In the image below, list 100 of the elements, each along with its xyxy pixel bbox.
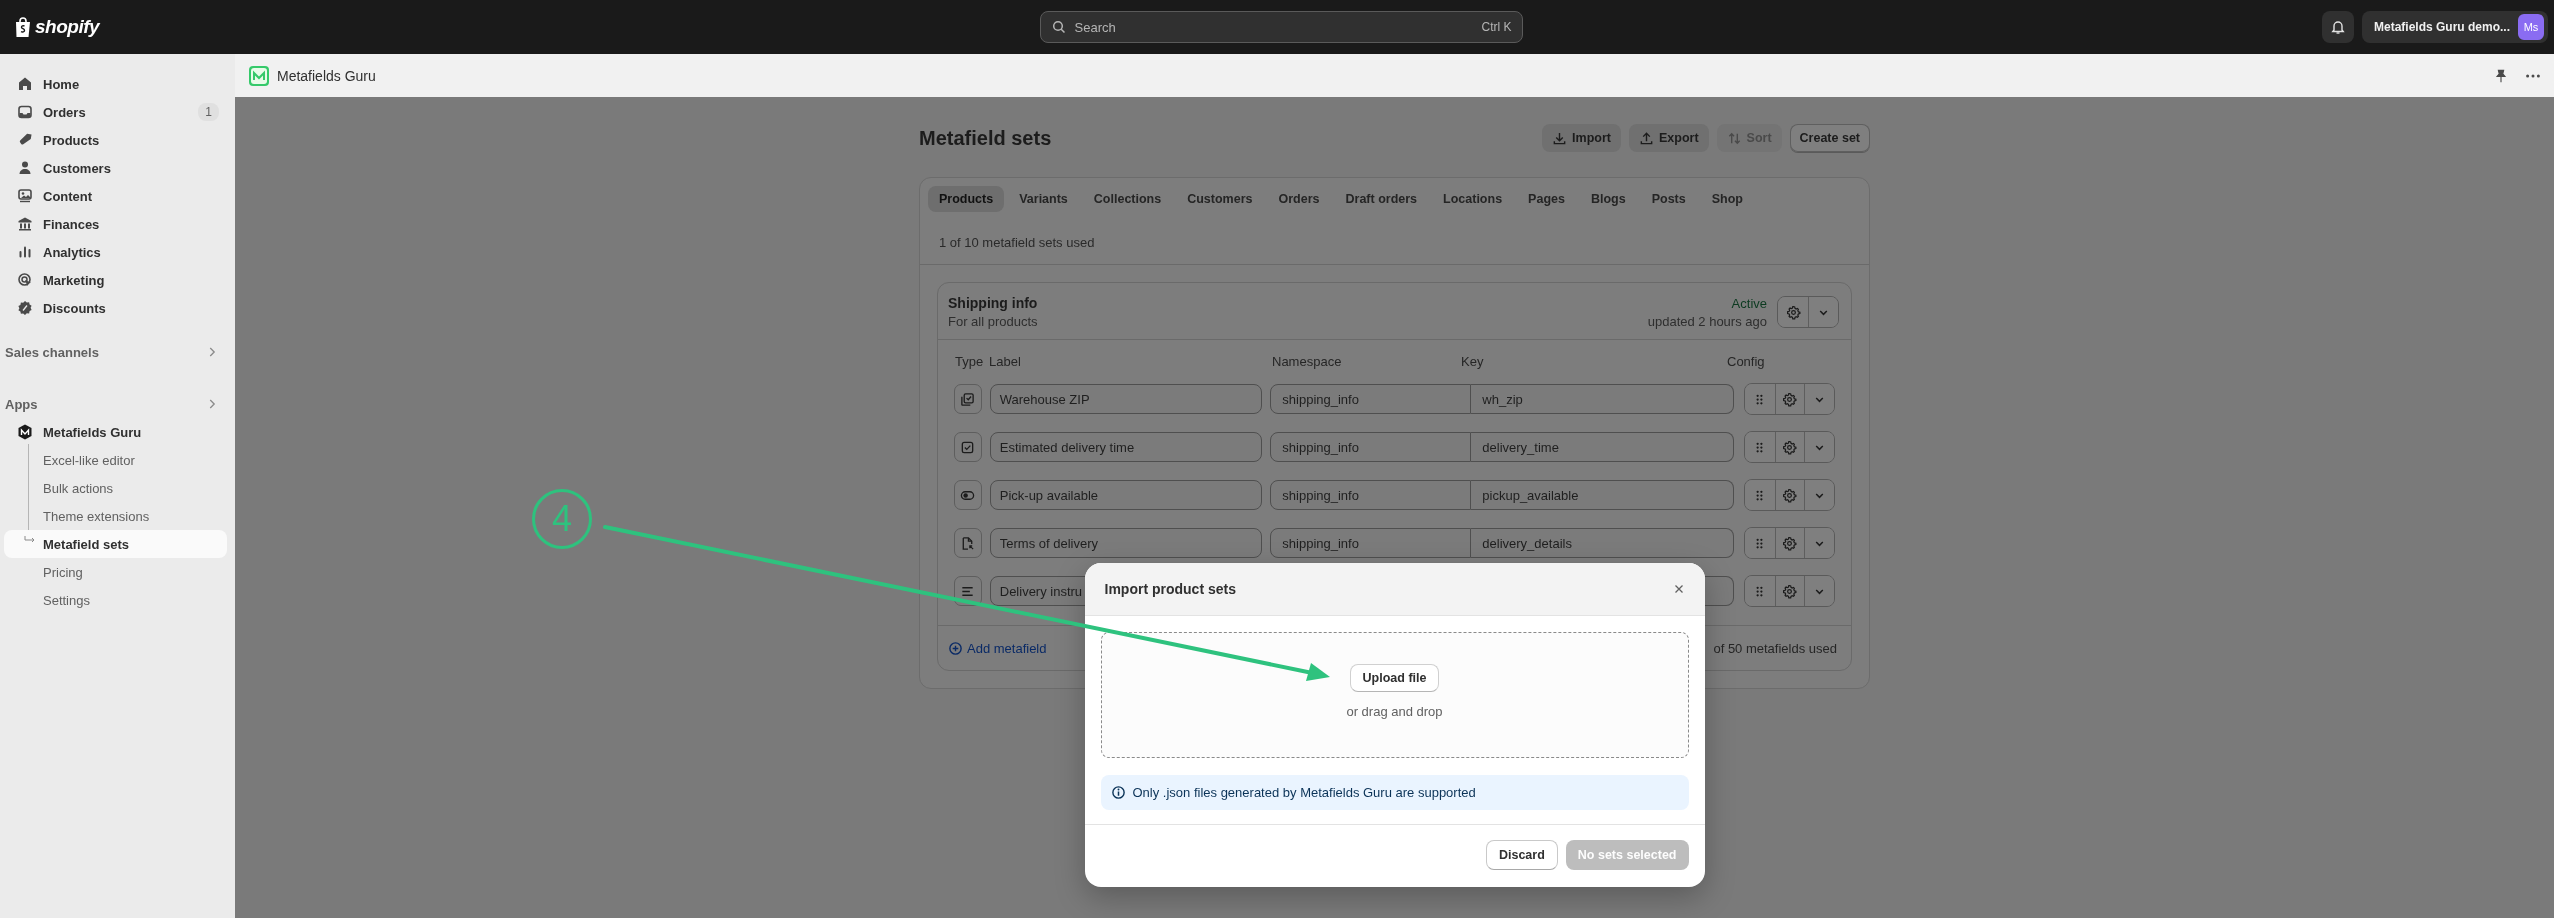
type-button[interactable] <box>954 432 982 462</box>
app-nav-item[interactable]: Bulk actions <box>4 474 227 502</box>
app-logo-icon <box>249 65 269 86</box>
file-icon <box>960 535 976 551</box>
type-button[interactable] <box>954 480 982 510</box>
namespace-field[interactable]: shipping_info <box>1270 384 1472 414</box>
settings-icon <box>1782 583 1798 599</box>
search-field[interactable]: Search Ctrl K <box>1039 11 1523 43</box>
tab[interactable]: Draft orders <box>1334 186 1429 212</box>
nav-item[interactable]: Home <box>4 70 227 98</box>
column-header: Config <box>1726 354 1766 369</box>
more-icon <box>2526 73 2540 78</box>
key-field[interactable]: delivery_details <box>1471 528 1734 558</box>
pin-button[interactable] <box>2494 68 2508 83</box>
info-text: Only .json files generated by Metafields Guru are supported <box>1132 785 1476 800</box>
more-button[interactable] <box>2526 73 2540 78</box>
nav-item[interactable]: Products <box>4 126 227 154</box>
section-header[interactable]: Apps <box>4 390 227 418</box>
drop-hint: or drag and drop <box>1346 703 1443 719</box>
tab[interactable]: Customers <box>1176 186 1264 212</box>
app-nav-item[interactable]: Settings <box>4 586 227 614</box>
namespace-field[interactable]: shipping_info <box>1270 528 1472 558</box>
app-nav-item[interactable]: Metafield sets <box>4 530 227 558</box>
app-nav-item[interactable]: Metafields Guru <box>4 418 227 446</box>
upload-file-button[interactable]: Upload file <box>1349 663 1440 692</box>
settings-icon <box>1782 487 1798 503</box>
settings-icon <box>1782 535 1798 551</box>
label-field[interactable]: Pick-up available <box>989 480 1263 510</box>
set-subtitle: For all products <box>948 314 1039 329</box>
search-icon <box>1050 19 1067 35</box>
tab[interactable]: Variants <box>1008 186 1079 212</box>
target-icon <box>17 272 33 288</box>
tab[interactable]: Products <box>928 186 1005 212</box>
app-logo-icon <box>17 424 33 440</box>
checklist-icon <box>960 391 976 407</box>
column-header: Type <box>954 354 985 369</box>
key-field[interactable]: pickup_available <box>1471 480 1734 510</box>
picture-frame-icon <box>17 188 33 204</box>
column-header: Key <box>1461 354 1485 369</box>
usage-text: 1 of 10 metafield sets used <box>938 234 1096 252</box>
person-icon <box>17 160 33 176</box>
add-metafield-link[interactable]: Add metafield <box>948 640 1047 656</box>
nav-item[interactable]: Analytics <box>4 238 227 266</box>
bank-icon <box>17 216 33 232</box>
nav-item[interactable]: Orders 1 <box>4 98 227 126</box>
nav-item[interactable]: Finances <box>4 210 227 238</box>
step-number: 4 <box>532 489 592 549</box>
inbox-icon <box>17 104 33 120</box>
label-field[interactable]: Warehouse ZIP <box>989 384 1263 414</box>
app-nav-item[interactable]: Pricing <box>4 558 227 586</box>
add-icon <box>948 640 963 656</box>
notifications-button[interactable] <box>2321 11 2354 43</box>
tag-icon <box>17 132 33 148</box>
namespace-field[interactable]: shipping_info <box>1270 432 1472 462</box>
tab[interactable]: Shop <box>1700 186 1754 212</box>
discount-icon <box>17 300 33 316</box>
label-field[interactable]: Estimated delivery time <box>989 432 1263 462</box>
section-header[interactable]: Sales channels <box>4 338 227 366</box>
settings-icon <box>1782 391 1798 407</box>
download-icon <box>1552 130 1568 146</box>
dialog-title: Import product sets <box>1104 581 1236 597</box>
namespace-field[interactable]: shipping_info <box>1270 480 1472 510</box>
key-field[interactable]: delivery_time <box>1471 432 1734 462</box>
app-title: Metafields Guru <box>277 67 377 84</box>
column-header: Namespace <box>1272 354 1343 369</box>
tab[interactable]: Locations <box>1432 186 1514 212</box>
nav-item[interactable]: Customers <box>4 154 227 182</box>
avatar: Ms <box>2518 14 2544 40</box>
drop-zone[interactable]: Upload file or drag and drop <box>1100 632 1689 758</box>
bar-chart-icon <box>17 244 33 260</box>
dialog-button[interactable]: Discard <box>1485 840 1558 870</box>
settings-icon <box>1782 439 1798 455</box>
app-nav-item[interactable]: Theme extensions <box>4 502 227 530</box>
tab[interactable]: Pages <box>1517 186 1576 212</box>
page-title: Metafield sets <box>919 126 1053 150</box>
nav-item[interactable]: Discounts <box>4 294 227 322</box>
tab[interactable]: Posts <box>1640 186 1697 212</box>
shopping-bag-icon <box>14 16 32 38</box>
tab[interactable]: Collections <box>1082 186 1173 212</box>
checkbox-icon <box>960 439 976 455</box>
key-field[interactable]: wh_zip <box>1471 384 1734 414</box>
create-set-button[interactable]: Create set <box>1789 124 1870 152</box>
store-menu-button[interactable]: Metafields Guru demo... Ms <box>2361 11 2548 43</box>
type-button[interactable] <box>954 528 982 558</box>
pin-icon <box>2494 68 2508 83</box>
export-button[interactable]: Export <box>1628 124 1709 152</box>
app-nav-item[interactable]: Excel-like editor <box>4 446 227 474</box>
home-icon <box>17 76 33 92</box>
nav-item[interactable]: Marketing <box>4 266 227 294</box>
info-icon <box>1110 785 1126 800</box>
tab[interactable]: Blogs <box>1579 186 1637 212</box>
nav-item[interactable]: Content <box>4 182 227 210</box>
label-field[interactable]: Terms of delivery <box>989 528 1263 558</box>
type-button[interactable] <box>954 384 982 414</box>
shopify-logo[interactable]: shopify <box>14 16 100 38</box>
import-button[interactable]: Import <box>1542 124 1621 152</box>
tree-branch-icon <box>24 536 36 544</box>
tab[interactable]: Orders <box>1267 186 1331 212</box>
count-badge: 1 <box>198 103 219 121</box>
field-usage-text: of 50 metafields used <box>1713 640 1837 656</box>
